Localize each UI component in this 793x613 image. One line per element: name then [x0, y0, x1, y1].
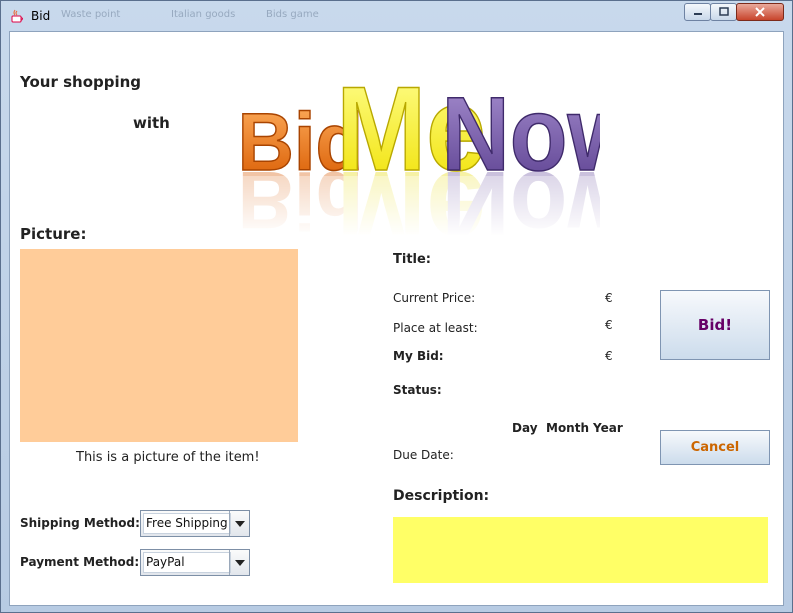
my-bid-currency: €	[605, 349, 613, 363]
bidmenow-logo: Bid Me Now Bid Me Now	[230, 62, 600, 235]
chevron-down-icon[interactable]	[229, 550, 249, 575]
maximize-icon	[718, 7, 729, 16]
picture-caption: This is a picture of the item!	[76, 450, 260, 465]
title-label: Title:	[393, 252, 432, 267]
minimize-button[interactable]	[684, 3, 711, 21]
close-button[interactable]	[736, 3, 784, 21]
app-window: Bid Waste point Italian goods Bids game …	[0, 0, 793, 613]
item-picture	[20, 249, 298, 442]
place-at-least-currency: €	[605, 318, 613, 332]
java-icon	[11, 9, 23, 23]
current-price-label: Current Price:	[393, 291, 476, 305]
shipping-method-value: Free Shipping	[143, 513, 231, 534]
ghost-tab: Waste point	[61, 9, 121, 20]
current-price-currency: €	[605, 291, 613, 305]
month-label: Month	[546, 421, 590, 435]
maximize-button[interactable]	[710, 3, 737, 21]
cancel-button[interactable]: Cancel	[660, 430, 770, 465]
my-bid-label: My Bid:	[393, 349, 444, 363]
content-panel: Your shopping with Bid Me Now Bid Me Now…	[9, 31, 784, 606]
due-date-label: Due Date:	[393, 448, 454, 462]
ghost-tab: Italian goods	[171, 9, 236, 20]
place-at-least-label: Place at least:	[393, 321, 478, 335]
chevron-down-icon[interactable]	[229, 511, 249, 536]
payment-method-select[interactable]: PayPal	[140, 549, 250, 576]
status-label: Status:	[393, 383, 442, 397]
day-label: Day	[512, 421, 538, 435]
shipping-method-select[interactable]: Free Shipping	[140, 510, 250, 537]
payment-label: Payment Method:	[20, 555, 140, 569]
payment-method-value: PayPal	[143, 552, 231, 573]
window-title: Bid	[31, 9, 51, 23]
close-icon	[755, 7, 765, 17]
shipping-label: Shipping Method:	[20, 516, 140, 530]
header-line2: with	[133, 114, 170, 132]
bid-button[interactable]: Bid!	[660, 290, 770, 360]
description-area[interactable]	[393, 517, 768, 583]
picture-heading: Picture:	[20, 225, 87, 243]
title-bar: Bid Waste point Italian goods Bids game	[1, 1, 792, 31]
header-line1: Your shopping	[20, 73, 142, 91]
minimize-icon	[693, 13, 702, 15]
year-label: Year	[593, 421, 623, 435]
description-label: Description:	[393, 488, 490, 504]
ghost-tab: Bids game	[266, 9, 319, 20]
